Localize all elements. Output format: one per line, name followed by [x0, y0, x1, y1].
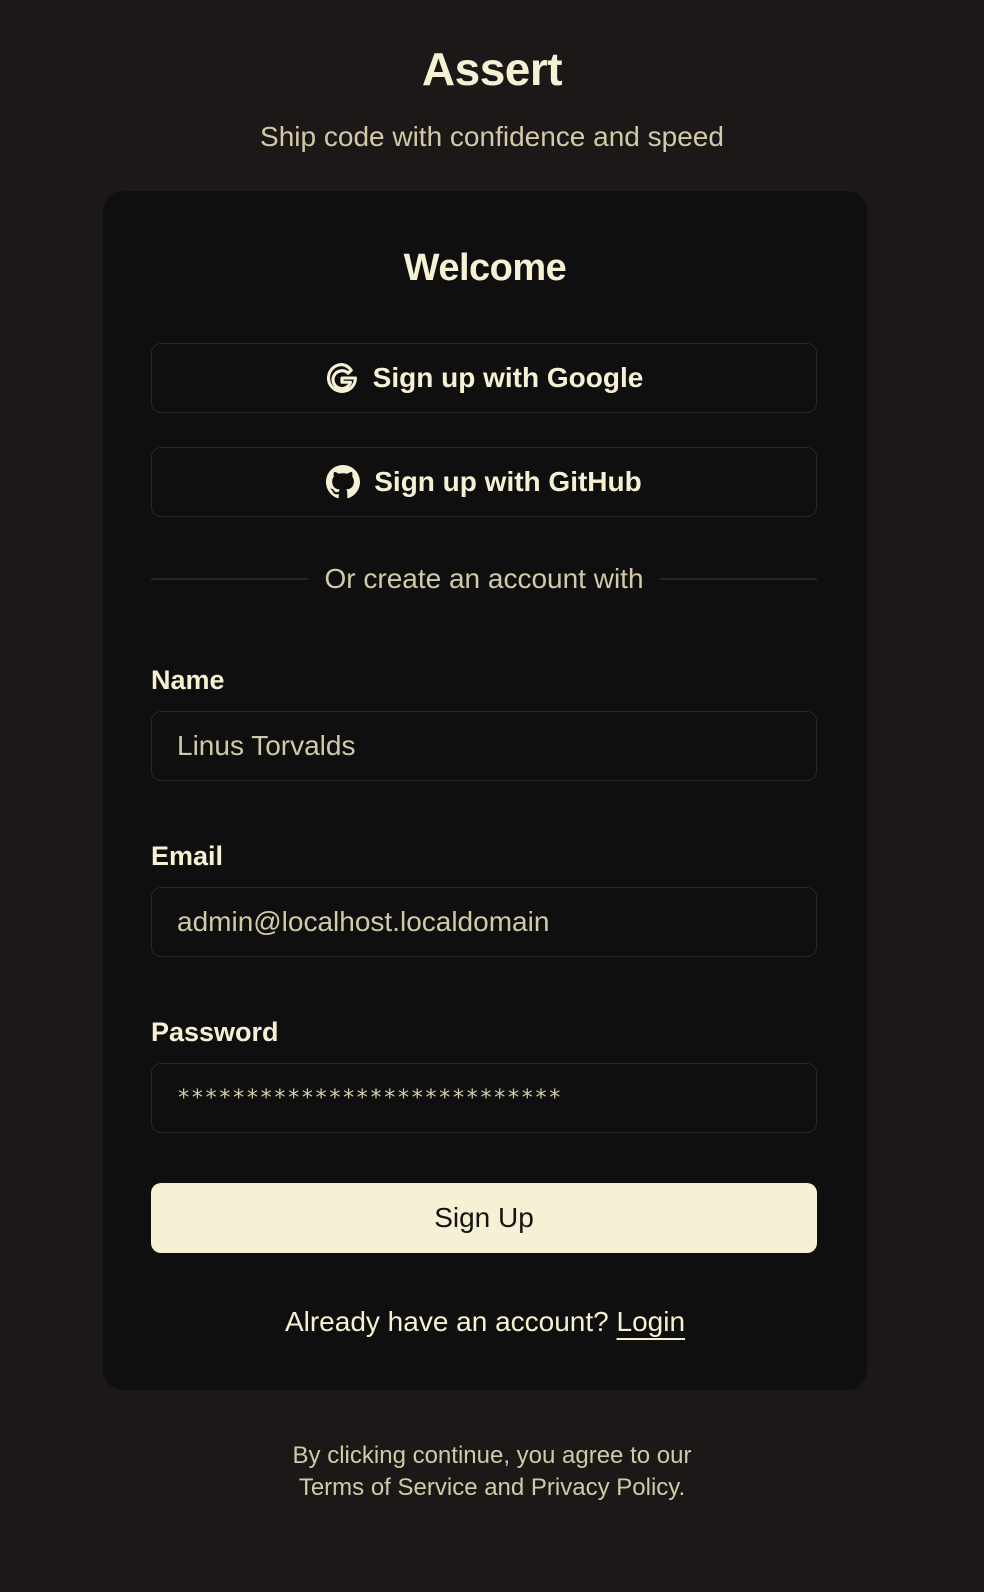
tagline: Ship code with confidence and speed: [260, 121, 724, 152]
google-signup-button[interactable]: Sign up with Google: [151, 343, 817, 413]
divider-text: Or create an account with: [324, 563, 644, 594]
github-signup-label: Sign up with GitHub: [374, 466, 642, 497]
name-label: Name: [151, 665, 225, 695]
email-field[interactable]: admin@localhost.localdomain: [151, 887, 817, 957]
password-value: ****************************: [177, 1085, 562, 1111]
signup-card: Welcome Sign up with Google Sign up with…: [103, 191, 867, 1390]
password-field[interactable]: ****************************: [151, 1063, 817, 1133]
github-signup-button[interactable]: Sign up with GitHub: [151, 447, 817, 517]
divider-line-right: [659, 578, 818, 580]
email-value: admin@localhost.localdomain: [177, 906, 550, 937]
email-label: Email: [151, 841, 224, 871]
google-signup-label: Sign up with Google: [372, 362, 644, 393]
login-link[interactable]: Login: [617, 1306, 686, 1337]
name-field[interactable]: Linus Torvalds: [151, 711, 817, 781]
card-title: Welcome: [403, 247, 567, 289]
legal-notice: By clicking continue, you agree to our T…: [0, 1440, 984, 1504]
divider-line-left: [151, 578, 309, 580]
login-prompt: Already have an account?: [284, 1306, 609, 1337]
legal-line-1: By clicking continue, you agree to our: [292, 1442, 692, 1469]
divider: Or create an account with: [151, 563, 818, 595]
google-icon: [325, 361, 359, 395]
brand-title: Assert: [421, 43, 563, 95]
sign-up-button[interactable]: Sign Up: [151, 1183, 817, 1253]
github-icon: [326, 465, 361, 499]
password-label: Password: [151, 1017, 279, 1047]
login-row: Already have an account? Login: [103, 1306, 867, 1338]
legal-line-2: Terms of Service and Privacy Policy.: [298, 1474, 686, 1501]
name-value: Linus Torvalds: [177, 730, 356, 761]
